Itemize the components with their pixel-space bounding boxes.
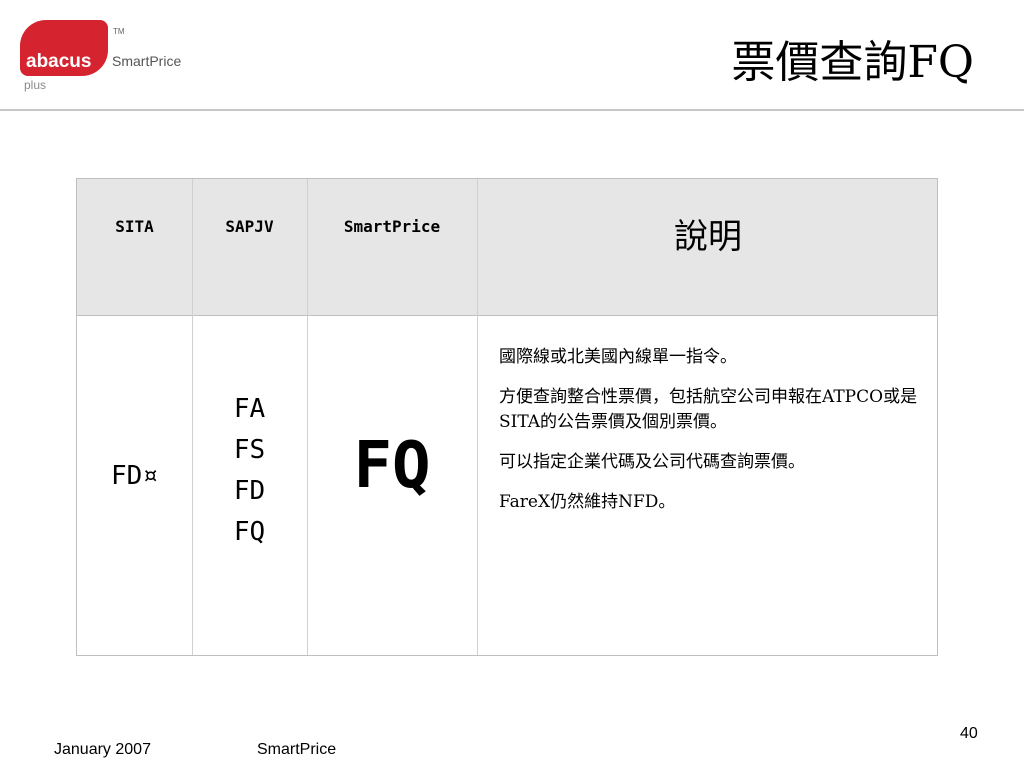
smartprice-command-cell: FQ [353, 429, 431, 503]
sapjv-command: FQ [233, 517, 266, 547]
description-line: FareX仍然維持NFD。 [499, 492, 676, 512]
sapjv-command-list: FA FS FD FQ [192, 389, 307, 553]
logo-wordmark: abacus [26, 51, 92, 72]
description-line: 國際線或北美國內線單一指令。 [499, 347, 737, 367]
comparison-table: SITA SAPJV SmartPrice 說明 FD¤ FA FS FD FQ… [76, 178, 938, 656]
logo-plus-text: plus [24, 78, 47, 92]
header-description: 說明 [674, 217, 742, 257]
header-divider [77, 315, 937, 316]
abacus-logo: abacus plus SmartPrice TM [20, 20, 190, 95]
footer-product: SmartPrice [257, 741, 337, 758]
sita-command-cell: FD¤ [111, 461, 158, 491]
footer-date: January 2007 [54, 741, 151, 758]
slide-title: 票價查詢FQ [731, 37, 974, 88]
sapjv-command: FD [233, 476, 266, 506]
sapjv-command: FS [233, 435, 266, 465]
trademark-mark: TM [113, 27, 125, 36]
logo-brand-text: SmartPrice [112, 53, 182, 69]
description-line: 方便查詢整合性票價，包括航空公司申報在ATPCO或是SITA的公告票價及個別票價… [499, 387, 918, 432]
header-sapjv: SAPJV [225, 217, 274, 236]
column-divider [307, 179, 308, 655]
page-number: 40 [960, 725, 978, 742]
header-sita: SITA [115, 217, 154, 236]
description-cell: 國際線或北美國內線單一指令。 方便查詢整合性票價，包括航空公司申報在ATPCO或… [499, 345, 929, 530]
description-line: 可以指定企業代碼及公司代碼查詢票價。 [499, 452, 805, 472]
header-smartprice: SmartPrice [343, 217, 441, 236]
sapjv-command: FA [233, 394, 266, 424]
title-divider [0, 109, 1024, 111]
